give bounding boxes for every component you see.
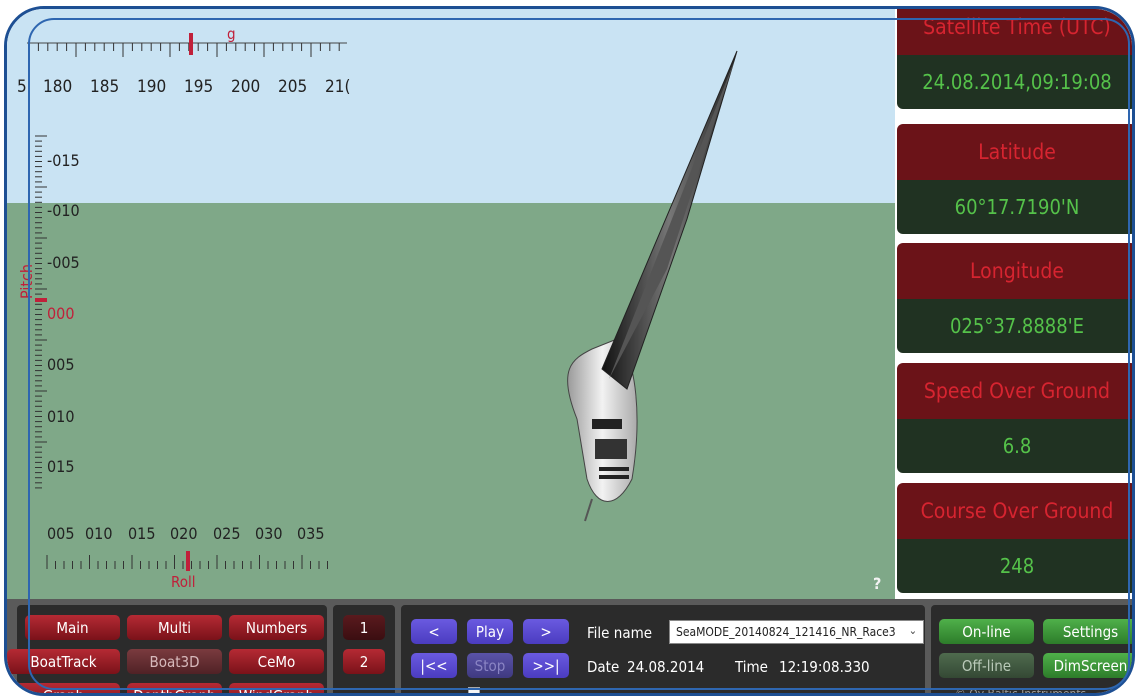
tile-value: 60°17.7190'N <box>897 180 1132 234</box>
tile-latitude: Latitude 60°17.7190'N <box>897 124 1132 234</box>
pitch-label: 010 <box>47 407 75 426</box>
numbers-button[interactable]: Numbers <box>229 615 324 640</box>
date-value: 24.08.2014 <box>627 658 705 676</box>
boat3d-button[interactable]: Boat3D <box>127 649 222 674</box>
page-panel: 1 2 <box>333 605 395 693</box>
first-button[interactable]: |<< <box>411 653 457 678</box>
time-label: Time <box>735 658 768 676</box>
heading-title: g <box>227 25 236 43</box>
boattrack-button[interactable]: BoatTrack <box>7 649 120 674</box>
offline-button[interactable]: Off-line <box>939 653 1034 678</box>
heading-label: 200 <box>231 77 261 97</box>
pitch-label: -010 <box>47 201 80 220</box>
cemo-button[interactable]: CeMo <box>229 649 324 674</box>
roll-label: 020 <box>170 524 198 543</box>
pitch-label: -015 <box>47 151 80 170</box>
control-bar: Main Multi Numbers BoatTrack Boat3D CeMo… <box>7 599 1132 696</box>
tile-value: 24.08.2014,09:19:08 <box>897 55 1132 109</box>
file-name-label: File name <box>587 624 653 642</box>
heading-label: 21( <box>325 77 351 97</box>
multi-button[interactable]: Multi <box>127 615 222 640</box>
roll-label: 030 <box>255 524 283 543</box>
windgraph-button[interactable]: WindGraph <box>229 683 324 693</box>
tile-speed-over-ground: Speed Over Ground 6.8 <box>897 363 1132 473</box>
tile-title: Speed Over Ground <box>897 363 1132 419</box>
stop-button[interactable]: Stop <box>467 653 513 678</box>
last-button[interactable]: >>| <box>523 653 569 678</box>
mode-panel: On-line Settings Off-line DimScreen © Oy… <box>931 605 1132 696</box>
pitch-ticks <box>35 135 47 489</box>
roll-label: 005 <box>47 524 75 543</box>
app-window: g 5 180 185 190 195 200 205 21( -015 -01… <box>4 6 1135 696</box>
boat-3d-model <box>567 50 738 522</box>
tile-title: Latitude <box>897 124 1132 180</box>
pitch-label: -005 <box>47 253 80 272</box>
chevron-down-icon: ⌄ <box>908 624 917 637</box>
pitch-label: 015 <box>47 457 75 476</box>
nav-panel: Main Multi Numbers BoatTrack Boat3D CeMo… <box>7 605 327 693</box>
playback-slider-thumb[interactable] <box>468 687 480 693</box>
tile-value: 248 <box>897 539 1132 593</box>
tile-longitude: Longitude 025°37.8888'E <box>897 243 1132 353</box>
next-button[interactable]: > <box>523 619 569 644</box>
tile-value: 025°37.8888'E <box>897 299 1132 353</box>
roll-label: 035 <box>297 524 325 543</box>
playback-slider[interactable] <box>413 694 913 696</box>
pitch-title: Pitch <box>17 263 36 299</box>
info-panel: Satellite Time (UTC) 24.08.2014,09:19:08… <box>895 9 1132 599</box>
copyright-text: © Oy Baltic Instruments <box>955 687 1087 696</box>
tile-satellite-time: Satellite Time (UTC) 24.08.2014,09:19:08 <box>897 9 1132 109</box>
playback-panel: < Play > |<< Stop >>| File name Date 24.… <box>401 605 925 693</box>
tile-title: Longitude <box>897 243 1132 299</box>
play-button[interactable]: Play <box>467 619 513 644</box>
pitch-label: 005 <box>47 355 75 374</box>
settings-button[interactable]: Settings <box>1043 619 1132 644</box>
heading-label: 195 <box>184 77 214 97</box>
date-label: Date <box>587 658 620 676</box>
roll-label: 025 <box>213 524 241 543</box>
roll-label: 015 <box>128 524 156 543</box>
tile-value: 6.8 <box>897 419 1132 473</box>
heading-label: 5 <box>17 77 27 97</box>
page-1-button[interactable]: 1 <box>343 615 385 640</box>
roll-label: 010 <box>85 524 113 543</box>
help-icon[interactable]: ? <box>873 574 881 593</box>
online-button[interactable]: On-line <box>939 619 1034 644</box>
dimscreen-button[interactable]: DimScreen <box>1043 653 1132 678</box>
heading-scale: g 5 180 185 190 195 200 205 21( <box>17 25 350 97</box>
depthgraph-button[interactable]: DepthGraph <box>127 683 222 693</box>
heading-label: 185 <box>90 77 120 97</box>
heading-label: 205 <box>278 77 308 97</box>
prev-button[interactable]: < <box>411 619 457 644</box>
tile-title: Satellite Time (UTC) <box>897 9 1132 55</box>
file-name-value: SeaMODE_20140824_121416_NR_Race3 <box>676 625 896 639</box>
time-value: 12:19:08.330 <box>779 658 870 676</box>
heading-label: 180 <box>43 77 73 97</box>
graph-button[interactable]: Graph <box>7 683 120 693</box>
roll-ticks <box>46 551 328 571</box>
heading-ticks <box>27 33 347 57</box>
page-2-button[interactable]: 2 <box>343 649 385 674</box>
pitch-label-zero: 000 <box>47 304 75 323</box>
file-name-select[interactable]: SeaMODE_20140824_121416_NR_Race3 ⌄ <box>669 620 924 644</box>
tile-course-over-ground: Course Over Ground 248 <box>897 483 1132 593</box>
roll-title: Roll <box>171 573 196 591</box>
heading-label: 190 <box>137 77 167 97</box>
tile-title: Course Over Ground <box>897 483 1132 539</box>
main-button[interactable]: Main <box>25 615 120 640</box>
